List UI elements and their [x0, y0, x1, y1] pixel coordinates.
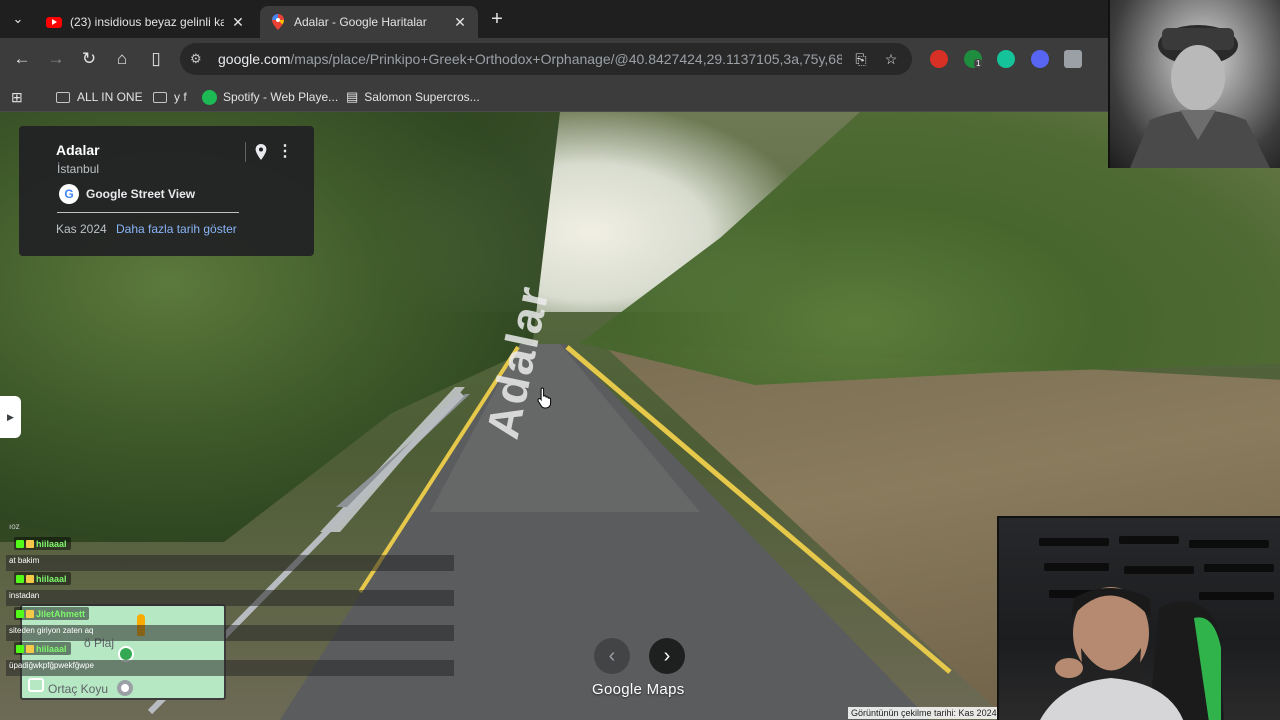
username-text: hiilaaal: [36, 643, 67, 654]
hand-cursor-icon: [537, 387, 552, 409]
next-arrow-icon[interactable]: ›: [649, 638, 685, 674]
folder-icon: [56, 91, 70, 103]
kick-badge-icon: [16, 574, 24, 583]
logo-google: Google: [592, 681, 643, 698]
kick-badge-icon: [16, 539, 24, 548]
install-app-icon[interactable]: ⎘: [850, 48, 872, 70]
url-path: /maps/place/Prinkipo+Greek+Orthodox+Orph…: [290, 51, 842, 67]
forward-arrow-icon[interactable]: →: [44, 47, 68, 71]
divider: [245, 142, 246, 162]
reload-icon[interactable]: ↻: [77, 47, 101, 71]
place-subtitle: İstanbul: [57, 162, 100, 176]
map-pin-icon[interactable]: [253, 144, 269, 160]
sub-badge-icon: [26, 609, 34, 618]
bookmark-label: ALL IN ONE: [77, 90, 143, 104]
chat-text: instadan: [9, 591, 40, 600]
expand-panel-icon[interactable]: ▶: [0, 396, 21, 438]
chat-username: hiilaaal: [14, 642, 71, 655]
chat-bar: [6, 555, 454, 571]
bookmark-page-icon: ▤: [346, 89, 359, 104]
bookmark-label: Salomon Supercros...: [364, 90, 480, 104]
url-text[interactable]: google.com/maps/place/Prinkipo+Greek+Ort…: [218, 51, 842, 67]
brand-label: Google Street View: [86, 187, 196, 201]
bookmark-star-icon[interactable]: ☆: [880, 48, 902, 70]
place-title: Adalar: [56, 142, 100, 158]
sub-badge-icon: [26, 644, 34, 653]
chat-message: JiletAhmett siteden giriyon zaten aq: [6, 607, 454, 641]
extension-red-icon[interactable]: [930, 50, 948, 68]
folder-icon: [153, 91, 167, 103]
side-panel-icon[interactable]: ▯: [144, 47, 168, 71]
bookmark-spotify[interactable]: Spotify - Web Playe...: [202, 86, 338, 108]
chat-text: üpadiğwkpfğpwekfğwpe: [9, 661, 94, 670]
new-tab-plus-icon[interactable]: +: [486, 8, 508, 30]
portrait-overlay-image: [1108, 0, 1280, 168]
chat-bar: [6, 590, 454, 606]
back-arrow-icon[interactable]: ←: [10, 47, 34, 71]
chat-message: hiilaaal at bakim: [6, 537, 454, 571]
discord-extension-icon[interactable]: [1031, 50, 1049, 68]
street-view-brand: G Google Street View: [59, 184, 195, 204]
chat-message: hiilaaal instadan: [6, 572, 454, 606]
grammarly-icon[interactable]: [997, 50, 1015, 68]
close-icon[interactable]: ✕: [230, 14, 246, 30]
site-info-icon[interactable]: ⚙: [190, 51, 208, 67]
more-dates-link[interactable]: Daha fazla tarih göster: [116, 222, 237, 236]
chat-text: at bakim: [9, 556, 40, 565]
bookmarks-bar: ⊞ ALL IN ONE y f Spotify - Web Playe... …: [0, 80, 1280, 112]
extension-badge: 1: [974, 59, 983, 68]
bookmark-salomon[interactable]: ▤ Salomon Supercros...: [346, 86, 480, 108]
tab-bar: ⌄ (23) insidious beyaz gelinli kadın ✕ A…: [0, 0, 1280, 38]
chat-username: hiilaaal: [14, 537, 71, 550]
divider: [57, 212, 239, 213]
username-text: hiilaaal: [36, 538, 67, 549]
chat-text: siteden giriyon zaten aq: [9, 626, 94, 635]
stream-chat-overlay: ıoz hiilaaal at bakim hiilaaal instadan: [0, 522, 455, 720]
capture-month: Kas 2024: [56, 222, 107, 236]
tab-google-maps[interactable]: Adalar - Google Haritalar ✕: [260, 6, 478, 38]
logo-maps: Maps: [646, 681, 685, 698]
tab-title: Adalar - Google Haritalar: [294, 15, 427, 29]
shield-extension-icon[interactable]: [1064, 50, 1082, 68]
kick-badge-icon: [16, 644, 24, 653]
tab-youtube[interactable]: (23) insidious beyaz gelinli kadın ✕: [36, 6, 256, 38]
google-logo-icon: G: [59, 184, 79, 204]
portrait-figure: [1130, 25, 1270, 168]
tab-search-icon[interactable]: ⌄: [8, 9, 28, 29]
tab-title: (23) insidious beyaz gelinli kadın: [70, 15, 224, 29]
sub-badge-icon: [26, 539, 34, 548]
streamer-webcam: [997, 516, 1280, 720]
capture-date-label: Görüntünün çekilme tarihi: Kas 2024: [848, 707, 998, 719]
youtube-icon: [46, 14, 62, 30]
username-text: JiletAhmett: [36, 608, 86, 619]
close-icon[interactable]: ✕: [452, 14, 468, 30]
chat-fragment: ıoz: [9, 522, 20, 531]
google-maps-icon: [270, 14, 286, 30]
sub-badge-icon: [26, 574, 34, 583]
chat-username: JiletAhmett: [14, 607, 90, 620]
bookmark-all-in-one[interactable]: ALL IN ONE: [56, 86, 143, 108]
address-bar[interactable]: ⚙ google.com/maps/place/Prinkipo+Greek+O…: [180, 43, 912, 75]
bookmark-y-f[interactable]: y f: [153, 86, 187, 108]
bookmark-label: Spotify - Web Playe...: [223, 90, 339, 104]
kick-badge-icon: [16, 609, 24, 618]
streamer-figure: [1040, 587, 1224, 720]
google-maps-logo: Google Maps: [592, 681, 685, 698]
previous-arrow-icon[interactable]: ‹: [594, 638, 630, 674]
spotify-icon: [202, 89, 217, 105]
location-info-card: Adalar İstanbul ⋮ G Google Street View K…: [19, 126, 314, 256]
chat-username: hiilaaal: [14, 572, 71, 585]
extension-green-icon[interactable]: 1: [964, 50, 983, 68]
more-options-icon[interactable]: ⋮: [277, 142, 293, 162]
bookmark-label: y f: [174, 90, 187, 104]
browser-toolbar: ← → ↻ ⌂ ▯ ⚙ google.com/maps/place/Prinki…: [0, 38, 1280, 80]
url-host: google.com: [218, 51, 291, 67]
home-icon[interactable]: ⌂: [110, 47, 134, 71]
username-text: hiilaaal: [36, 573, 67, 584]
chat-message: hiilaaal üpadiğwkpfğpwekfğwpe: [6, 642, 454, 676]
apps-grid-icon[interactable]: ⊞: [11, 86, 23, 108]
